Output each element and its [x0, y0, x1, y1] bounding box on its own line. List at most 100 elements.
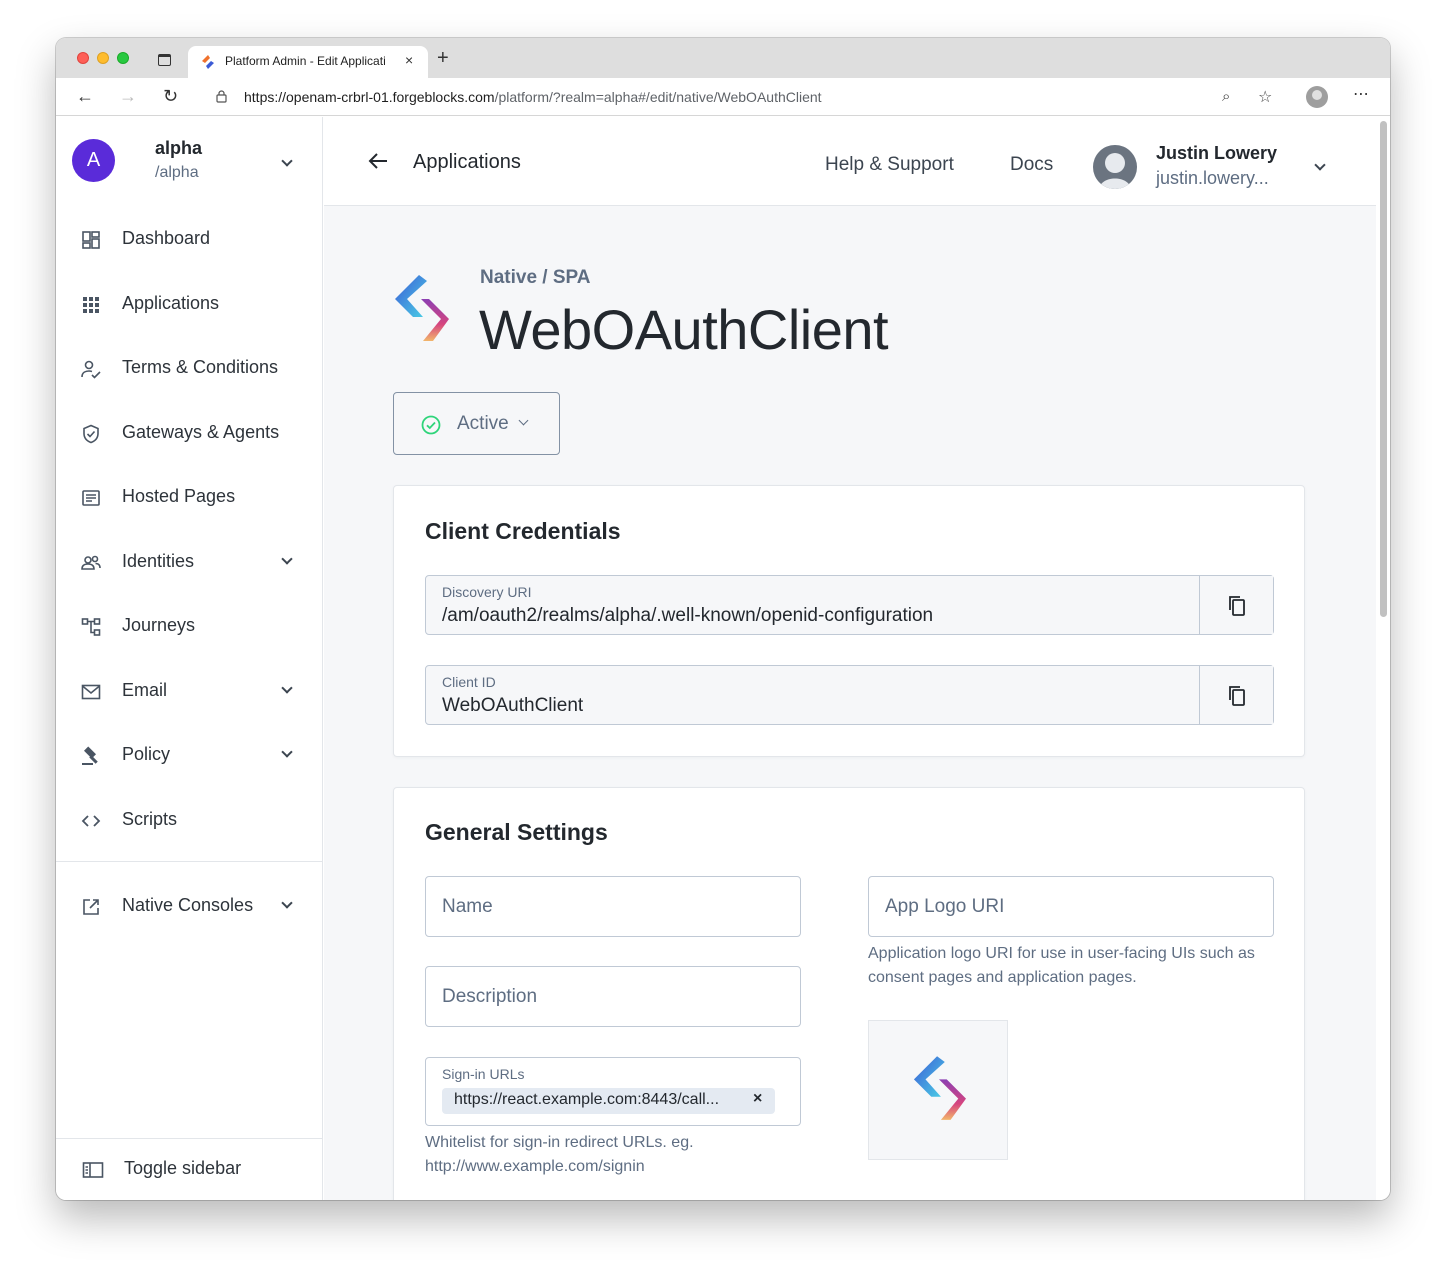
scrollbar-thumb[interactable] — [1380, 121, 1387, 617]
journey-tree-icon — [81, 618, 101, 636]
sidebar-item-label: Identities — [122, 551, 195, 571]
dashboard-icon — [82, 231, 100, 249]
shield-check-icon — [83, 424, 99, 444]
sidebar-item-label: Hosted Pages — [122, 486, 236, 506]
sidebar-item-label: Email — [122, 680, 168, 700]
page-title: Applications — [413, 151, 521, 173]
app-name-heading: WebOAuthClient — [479, 298, 889, 361]
field-value: WebOAuthClient — [442, 695, 584, 716]
copy-discovery-uri-button[interactable] — [1199, 576, 1273, 634]
status-label: Active — [457, 413, 509, 434]
forward-icon[interactable]: → — [119, 86, 137, 106]
realm-name: alpha — [155, 138, 203, 158]
app-logo-preview-icon — [913, 1056, 966, 1120]
app-logo-preview — [868, 1020, 1008, 1160]
sidebar-item-label: Gateways & Agents — [122, 422, 280, 442]
minimize-window-button[interactable] — [97, 52, 109, 64]
description-input[interactable]: Description — [425, 966, 801, 1027]
back-arrow-icon[interactable] — [366, 149, 390, 173]
gavel-icon — [82, 746, 98, 765]
person-check-icon — [81, 360, 101, 379]
new-tab-button[interactable]: + — [437, 48, 449, 68]
sign-in-urls-input[interactable]: Sign-in URLs https://react.example.com:8… — [425, 1057, 801, 1126]
sidebar-item-identities[interactable]: Identities — [56, 538, 322, 588]
client-id-field: Client ID WebOAuthClient — [425, 665, 1274, 725]
sidebar-item-scripts[interactable]: Scripts — [56, 796, 322, 846]
copy-client-id-button[interactable] — [1199, 666, 1273, 724]
sidebar-item-label: Native Consoles — [122, 895, 254, 915]
chevron-down-icon — [281, 897, 293, 909]
toggle-sidebar-button[interactable]: Toggle sidebar — [56, 1145, 322, 1195]
sidebar-item-label: Applications — [122, 293, 220, 313]
sidebar-item-gateways[interactable]: Gateways & Agents — [56, 409, 322, 459]
copy-icon — [1229, 596, 1245, 616]
status-dropdown[interactable]: Active — [393, 392, 560, 455]
browser-toolbar: ← → ↻ https://openam-crbrl-01.forgeblock… — [56, 78, 1390, 116]
sidebar-item-journeys[interactable]: Journeys — [56, 602, 322, 652]
back-icon[interactable]: ← — [76, 86, 94, 106]
sidebar-item-label: Terms & Conditions — [122, 357, 279, 377]
url-tag-text: https://react.example.com:8443/call... — [454, 1091, 720, 1108]
sidebar-item-policy[interactable]: Policy — [56, 731, 322, 781]
tab-actions-icon[interactable] — [158, 54, 171, 66]
sidebar-item-dashboard[interactable]: Dashboard — [56, 215, 322, 265]
sidebar-item-hosted-pages[interactable]: Hosted Pages — [56, 473, 322, 523]
name-placeholder: Name — [442, 896, 493, 917]
url-host: https://openam-crbrl-01.forgeblocks.com — [244, 89, 495, 105]
sidebar-item-label: Scripts — [122, 809, 178, 829]
url-tag: https://react.example.com:8443/call... × — [442, 1088, 775, 1114]
sidebar: A alpha /alpha Dashboard Applications Te… — [56, 117, 323, 1200]
vertical-scrollbar[interactable] — [1376, 117, 1390, 1200]
url-text: https://openam-crbrl-01.forgeblocks.com/… — [244, 89, 822, 105]
app-logo-icon — [395, 275, 449, 341]
people-icon — [81, 555, 101, 570]
user-menu-chevron-down-icon[interactable] — [1314, 159, 1326, 171]
docs-link[interactable]: Docs — [1010, 154, 1053, 176]
sign-in-help-text: Whitelist for sign-in redirect URLs. eg.… — [425, 1134, 694, 1175]
mail-icon — [81, 684, 101, 700]
sidebar-divider — [56, 861, 322, 862]
chevron-down-icon — [281, 553, 293, 565]
chevron-down-icon — [281, 682, 293, 694]
help-support-link[interactable]: Help & Support — [825, 154, 954, 176]
forgerock-favicon-icon — [202, 55, 214, 69]
app-container: A alpha /alpha Dashboard Applications Te… — [56, 117, 1390, 1200]
realm-path: /alpha — [155, 164, 199, 181]
name-input[interactable]: Name — [425, 876, 801, 937]
browser-window: Platform Admin - Edit Applicati × + ← → … — [56, 38, 1390, 1200]
user-email: justin.lowery... — [1156, 168, 1269, 188]
url-path: /platform/?realm=alpha#/edit/native/WebO… — [494, 89, 822, 105]
more-menu-icon[interactable]: ⋯ — [1353, 84, 1370, 104]
zoom-icon[interactable]: ⌕ — [1222, 88, 1230, 105]
user-avatar[interactable] — [1093, 145, 1137, 189]
sidebar-item-email[interactable]: Email — [56, 667, 322, 717]
app-logo-uri-input[interactable]: App Logo URI — [868, 876, 1274, 937]
app-type-label: Native / SPA — [480, 267, 591, 288]
discovery-uri-field: Discovery URI /am/oauth2/realms/alpha/.w… — [425, 575, 1274, 635]
realm-chevron-down-icon[interactable] — [281, 155, 293, 167]
browser-tab[interactable]: Platform Admin - Edit Applicati × — [188, 46, 428, 78]
sidebar-item-terms[interactable]: Terms & Conditions — [56, 344, 322, 394]
apps-grid-icon — [83, 297, 99, 313]
favorites-star-icon[interactable]: ☆ — [1258, 87, 1272, 107]
page-icon — [82, 490, 100, 506]
maximize-window-button[interactable] — [117, 52, 129, 64]
remove-tag-icon[interactable]: × — [753, 1090, 762, 1108]
reload-icon[interactable]: ↻ — [163, 86, 178, 106]
chevron-down-icon — [518, 415, 529, 426]
sidebar-item-native-consoles[interactable]: Native Consoles — [56, 882, 322, 932]
address-bar[interactable]: https://openam-crbrl-01.forgeblocks.com/… — [200, 82, 1286, 112]
sidebar-item-label: Dashboard — [122, 228, 211, 248]
lock-icon — [216, 90, 227, 103]
field-label: Client ID — [442, 674, 496, 690]
field-label: Discovery URI — [442, 584, 532, 600]
code-icon — [81, 815, 101, 827]
realm-avatar[interactable]: A — [72, 139, 115, 182]
close-tab-icon[interactable]: × — [405, 52, 413, 68]
toggle-sidebar-label: Toggle sidebar — [124, 1158, 242, 1178]
close-window-button[interactable] — [77, 52, 89, 64]
app-logo-help-text: Application logo URI for use in user-fac… — [868, 945, 1255, 986]
client-credentials-card: Client Credentials Discovery URI /am/oau… — [393, 485, 1305, 757]
profile-avatar-icon[interactable] — [1306, 86, 1328, 108]
sidebar-item-applications[interactable]: Applications — [56, 280, 322, 330]
